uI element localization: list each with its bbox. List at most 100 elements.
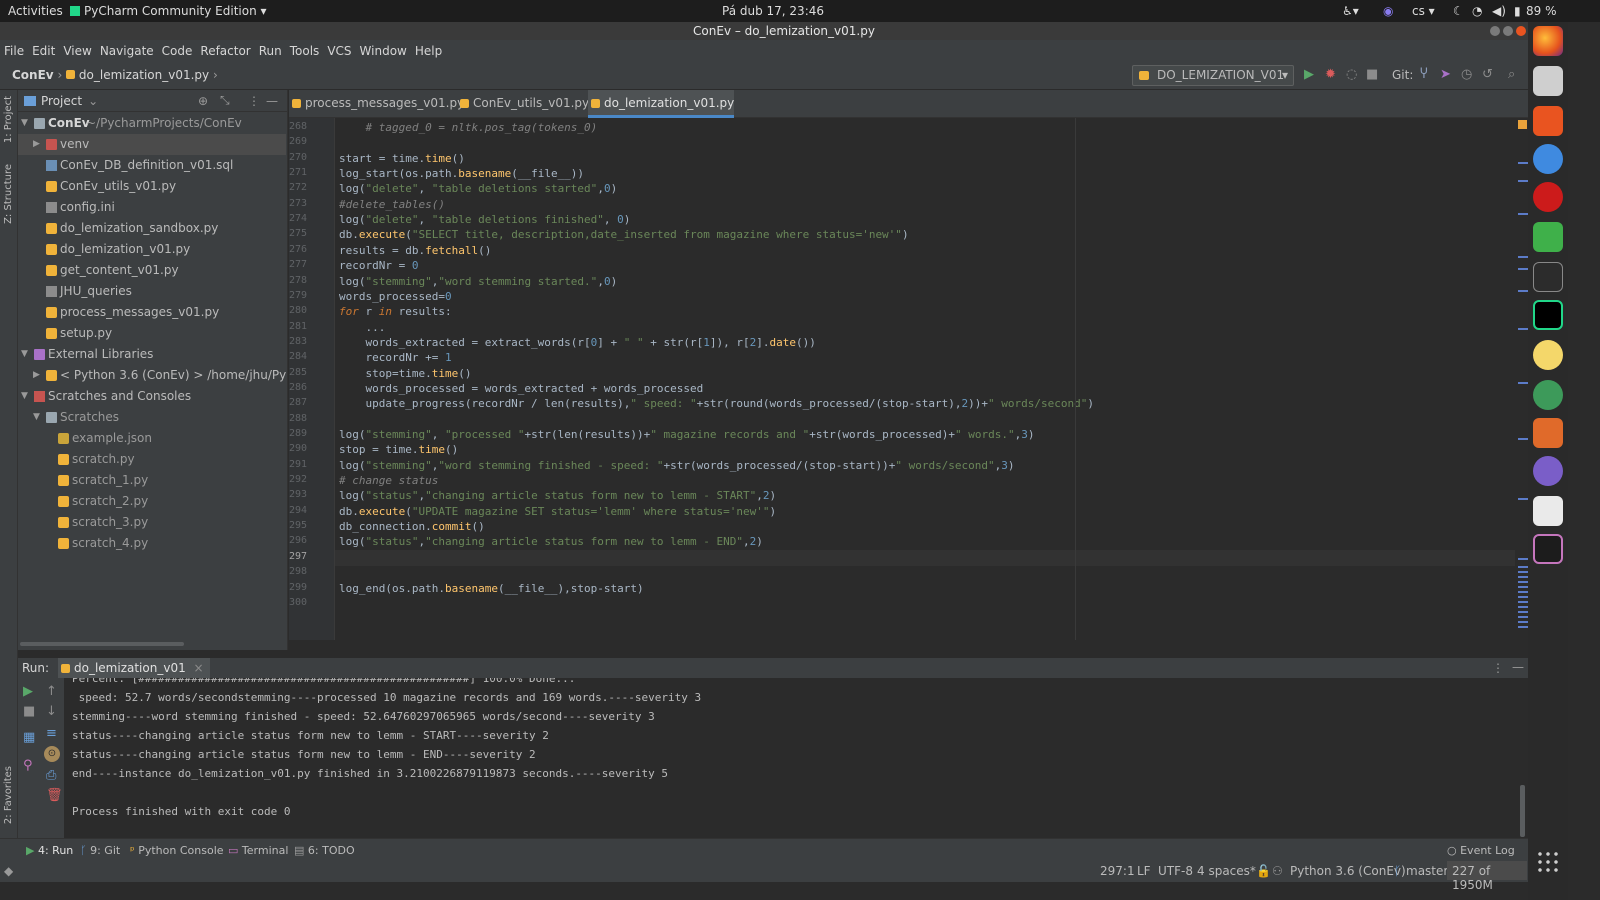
tool-tab-git[interactable]: ᚴ 9: Git	[80, 844, 120, 857]
code-line[interactable]: #delete_tables()	[339, 198, 445, 211]
error-stripe-mark[interactable]	[1518, 268, 1528, 270]
window-titlebar[interactable]: ConEv – do_lemization_v01.py	[0, 22, 1568, 40]
code-line[interactable]: words_extracted = extract_words(r[0] + "…	[339, 336, 815, 349]
line-number[interactable]: 291	[289, 459, 307, 470]
tree-scratch-file[interactable]: scratch_4.py	[18, 533, 286, 554]
line-number[interactable]: 287	[289, 397, 307, 408]
code-line[interactable]: ...	[339, 321, 385, 334]
battery-icon[interactable]: ▮	[1514, 4, 1521, 18]
hide-panel-icon[interactable]: —	[266, 94, 278, 108]
line-number[interactable]: 269	[289, 136, 307, 147]
stop-icon[interactable]: ■	[23, 704, 35, 719]
close-icon[interactable]: ×	[194, 661, 204, 675]
memory-indicator[interactable]: 227 of 1950M	[1447, 861, 1527, 892]
tree-scratch-file[interactable]: scratch.py	[18, 449, 286, 470]
indent-setting[interactable]: 4 spaces*	[1197, 864, 1256, 878]
volume-icon[interactable]: ◀)	[1492, 4, 1506, 18]
tree-scratch-file[interactable]: scratch_1.py	[18, 470, 286, 491]
project-tool-tab[interactable]: 1: Project	[3, 96, 14, 143]
remote-desktop-icon[interactable]	[1533, 222, 1563, 252]
line-number[interactable]: 293	[289, 489, 307, 500]
activities-button[interactable]: Activities	[8, 4, 63, 18]
debug-bug-icon[interactable]: ⊙	[44, 746, 60, 762]
tree-python-sdk[interactable]: ▶ < Python 3.6 (ConEv) > /home/jhu/Pycha…	[18, 365, 286, 386]
code-line[interactable]: start = time.time()	[339, 152, 465, 165]
code-line[interactable]: results = db.fetchall()	[339, 244, 491, 257]
menu-code[interactable]: Code	[162, 44, 193, 58]
tab-do-lemization[interactable]: do_lemization_v01.py ×	[588, 90, 734, 136]
menu-window[interactable]: Window	[360, 44, 407, 58]
git-branch[interactable]: master	[1406, 864, 1448, 878]
caret-position[interactable]: 297:1	[1100, 864, 1135, 878]
tree-external-libraries[interactable]: ▼ External Libraries	[18, 344, 286, 365]
more-options-icon[interactable]: ⋮	[248, 94, 260, 108]
tree-item-file[interactable]: do_lemization_v01.py	[18, 239, 286, 260]
line-number[interactable]: 277	[289, 259, 307, 270]
error-stripe-mark[interactable]	[1518, 162, 1528, 164]
menu-tools[interactable]: Tools	[290, 44, 320, 58]
line-number[interactable]: 279	[289, 290, 307, 301]
project-view-selector[interactable]: Project	[41, 94, 82, 108]
code-line[interactable]: log("status","changing article status fo…	[339, 489, 776, 502]
collapse-all-icon[interactable]: ⤡	[220, 93, 230, 108]
structure-tool-tab[interactable]: Z: Structure	[3, 164, 14, 224]
tool-tab-python-console[interactable]: ᵖ Python Console	[130, 844, 224, 857]
search-everywhere-icon[interactable]: ⌕	[1508, 67, 1515, 82]
error-stripe-mark[interactable]	[1518, 213, 1528, 215]
tree-item-file[interactable]: JHU_queries	[18, 281, 286, 302]
line-separator[interactable]: LF	[1137, 864, 1151, 878]
tab-process-messages[interactable]: process_messages_v01.py ×	[289, 90, 464, 136]
error-stripe-mark[interactable]	[1518, 180, 1528, 182]
keyboard-layout[interactable]: cs ▾	[1412, 4, 1435, 18]
coverage-icon[interactable]: ◌	[1346, 67, 1357, 82]
expanded-arrow-icon[interactable]: ▼	[21, 344, 28, 365]
line-number[interactable]: 280	[289, 305, 307, 316]
editor-gutter[interactable]: 268 269 270 271 272 273 274 275 276 277 278 279 280 2…	[289, 118, 335, 640]
line-number[interactable]: 295	[289, 520, 307, 531]
code-line[interactable]: recordNr += 1	[339, 351, 451, 364]
favorites-tool-tab[interactable]: 2: Favorites	[3, 766, 14, 824]
tab-conev-utils[interactable]: ConEv_utils_v01.py ×	[457, 90, 589, 136]
show-applications-icon[interactable]	[1536, 850, 1560, 874]
code-line[interactable]: db_connection.commit()	[339, 520, 485, 533]
menu-view[interactable]: View	[63, 44, 91, 58]
line-number[interactable]: 294	[289, 505, 307, 516]
layers-icon[interactable]: ◆	[4, 864, 13, 878]
error-stripe-mark[interactable]	[1518, 328, 1528, 330]
rerun-icon[interactable]: ▶	[23, 684, 33, 699]
mail-app-icon[interactable]	[1533, 496, 1563, 526]
code-line[interactable]: log("stemming","word stemming started.",…	[339, 275, 617, 288]
delete-icon[interactable]: 🗑	[46, 788, 63, 803]
tree-item-file[interactable]: ConEv_DB_definition_v01.sql	[18, 155, 286, 176]
line-number[interactable]: 272	[289, 182, 307, 193]
more-options-icon[interactable]: ⋮	[1492, 661, 1504, 675]
expanded-arrow-icon[interactable]: ▼	[21, 113, 28, 134]
breadcrumb-project[interactable]: ConEv	[12, 68, 54, 82]
maximize-button[interactable]	[1503, 26, 1513, 36]
pycharm-app-icon[interactable]	[1533, 300, 1563, 330]
file-encoding[interactable]: UTF-8	[1158, 864, 1193, 878]
line-number[interactable]: 278	[289, 275, 307, 286]
line-number[interactable]: 283	[289, 336, 307, 347]
code-line[interactable]: db.execute("UPDATE magazine SET status='…	[339, 505, 776, 518]
line-number[interactable]: 281	[289, 321, 307, 332]
tree-scratches-folder[interactable]: ▼ Scratches	[18, 407, 286, 428]
horizontal-scrollbar[interactable]	[20, 642, 184, 646]
collapsed-arrow-icon[interactable]: ▶	[33, 365, 40, 386]
code-line[interactable]: words_processed = words_extracted + word…	[339, 382, 703, 395]
code-editor[interactable]: # tagged_0 = nltk.pos_tag(tokens_0)start…	[335, 118, 1515, 640]
tree-scratch-file[interactable]: scratch_2.py	[18, 491, 286, 512]
code-line[interactable]: # tagged_0 = nltk.pos_tag(tokens_0)	[339, 121, 597, 134]
inspector-icon[interactable]: ⚇	[1272, 864, 1283, 878]
code-line[interactable]: log_end(os.path.basename(__file__),stop-…	[339, 582, 644, 595]
tree-item-file[interactable]: do_lemization_sandbox.py	[18, 218, 286, 239]
error-stripe-marks[interactable]	[1518, 566, 1528, 628]
minimize-button[interactable]	[1490, 26, 1500, 36]
code-line[interactable]: stop = time.time()	[339, 443, 458, 456]
calculator-icon[interactable]	[1533, 418, 1563, 448]
code-line[interactable]: log("delete", "table deletions started",…	[339, 182, 617, 195]
rollback-icon[interactable]: ↺	[1482, 67, 1493, 82]
collapsed-arrow-icon[interactable]: ▶	[33, 134, 40, 155]
scroll-up-icon[interactable]: ↑	[46, 684, 57, 699]
tree-item-file[interactable]: process_messages_v01.py	[18, 302, 286, 323]
